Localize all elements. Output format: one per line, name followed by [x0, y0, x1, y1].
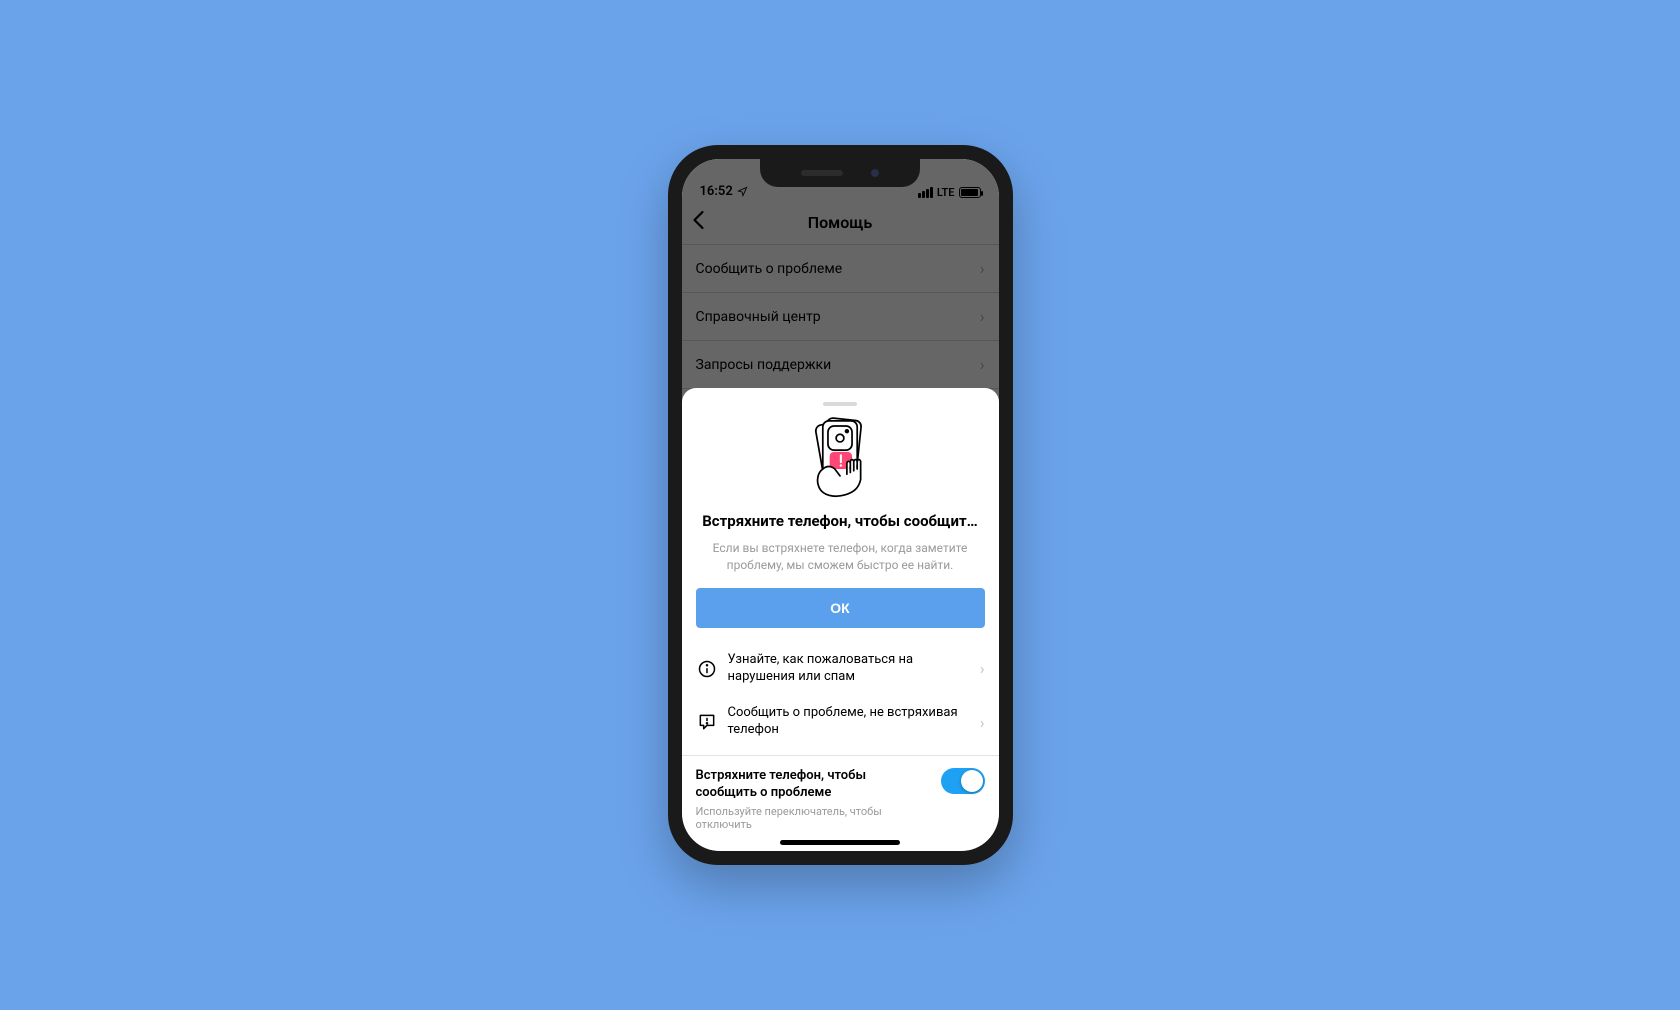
toggle-title: Встряхните телефон, чтобы сообщить о про… [696, 768, 929, 802]
shake-toggle-switch[interactable] [941, 768, 985, 794]
switch-knob [961, 770, 983, 792]
home-indicator[interactable] [780, 840, 900, 845]
sheet-drag-handle[interactable] [823, 402, 857, 406]
ok-button[interactable]: ОК [696, 588, 985, 628]
front-camera [871, 169, 879, 177]
phone-frame: 16:52 LTE Помощь Сообщить о проблеме [668, 145, 1013, 865]
speaker-grille [801, 170, 843, 176]
link-label: Сообщить о проблеме, не встряхивая телеф… [728, 705, 970, 739]
chevron-right-icon: › [980, 713, 985, 732]
sheet-description: Если вы встряхнете телефон, когда замети… [696, 540, 985, 574]
sheet-title: Встряхните телефон, чтобы сообщит… [696, 512, 985, 530]
chevron-right-icon: › [980, 659, 985, 678]
notch [760, 159, 920, 187]
phone-screen: 16:52 LTE Помощь Сообщить о проблеме [682, 159, 999, 851]
alert-bubble-icon [696, 712, 718, 732]
shake-to-report-sheet: Встряхните телефон, чтобы сообщит… Если … [682, 388, 999, 851]
link-report-without-shake[interactable]: Сообщить о проблеме, не встряхивая телеф… [696, 695, 985, 749]
link-label: Узнайте, как пожаловаться на нарушения и… [728, 652, 970, 686]
link-learn-report-abuse[interactable]: Узнайте, как пожаловаться на нарушения и… [696, 642, 985, 696]
shake-toggle-section: Встряхните телефон, чтобы сообщить о про… [682, 755, 999, 851]
info-icon [696, 659, 718, 679]
toggle-subtitle: Используйте переключатель, чтобы отключи… [696, 805, 929, 831]
shake-phone-illustration-icon [696, 414, 985, 500]
